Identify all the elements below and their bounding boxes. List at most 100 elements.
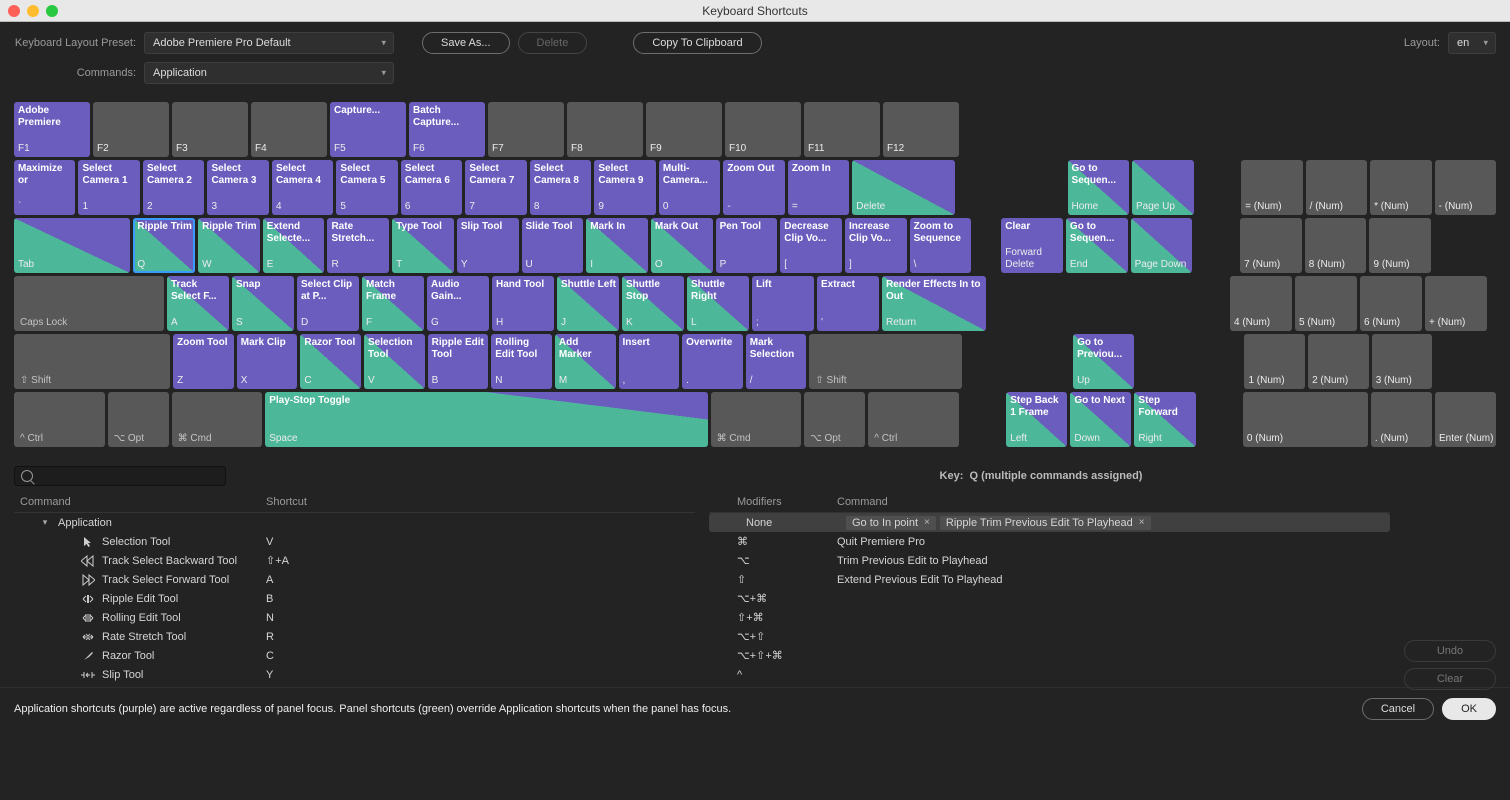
key-p[interactable]: Pen ToolP <box>716 218 778 273</box>
key-[interactable]: Lift; <box>752 276 814 331</box>
cancel-button[interactable]: Cancel <box>1362 698 1434 720</box>
assignment-chip[interactable]: Ripple Trim Previous Edit To Playhead× <box>940 516 1151 530</box>
key-tab[interactable]: Tab <box>14 218 130 273</box>
command-row[interactable]: Slip ToolY <box>14 665 695 684</box>
collapse-icon[interactable]: ▾ <box>38 517 52 528</box>
key-z[interactable]: Zoom ToolZ <box>173 334 234 389</box>
search-input[interactable] <box>38 470 219 482</box>
command-row[interactable]: Selection ToolV <box>14 532 695 551</box>
ok-button[interactable]: OK <box>1442 698 1496 720</box>
key-f5[interactable]: Capture...F5 <box>330 102 406 157</box>
undo-button[interactable]: Undo <box>1404 640 1496 662</box>
key-f10[interactable]: F10 <box>725 102 801 157</box>
key-w[interactable]: Ripple TrimW <box>198 218 260 273</box>
key-n[interactable]: Rolling Edit ToolN <box>491 334 552 389</box>
key-ctrl[interactable]: ^ Ctrl <box>14 392 105 447</box>
command-row[interactable]: Razor ToolC <box>14 646 695 665</box>
key-f1[interactable]: Adobe PremiereF1 <box>14 102 90 157</box>
key-right[interactable]: Step ForwardRight <box>1134 392 1195 447</box>
modifier-row[interactable]: ⇧Extend Previous Edit To Playhead <box>709 570 1390 589</box>
clear-button[interactable]: Clear <box>1404 668 1496 690</box>
command-row[interactable]: Ripple Edit ToolB <box>14 589 695 608</box>
preset-select[interactable]: Adobe Premiere Pro Default <box>144 32 394 54</box>
key-opt[interactable]: ⌥ Opt <box>108 392 169 447</box>
key-num[interactable]: . (Num) <box>1371 392 1432 447</box>
key-d[interactable]: Select Clip at P...D <box>297 276 359 331</box>
command-row[interactable]: Rolling Edit ToolN <box>14 608 695 627</box>
key-[interactable]: Zoom Out- <box>723 160 784 215</box>
remove-icon[interactable]: × <box>924 517 930 528</box>
key-left[interactable]: Step Back 1 FrameLeft <box>1006 392 1067 447</box>
key-y[interactable]: Slip ToolY <box>457 218 519 273</box>
key-8[interactable]: Select Camera 88 <box>530 160 591 215</box>
assignment-chip[interactable]: Go to In point× <box>846 516 936 530</box>
key-cmd[interactable]: ⌘ Cmd <box>711 392 802 447</box>
key-[interactable]: Overwrite. <box>682 334 743 389</box>
key-l[interactable]: Shuttle RightL <box>687 276 749 331</box>
key-k[interactable]: Shuttle StopK <box>622 276 684 331</box>
key-return[interactable]: Render Effects In to OutReturn <box>882 276 986 331</box>
key-f7[interactable]: F7 <box>488 102 564 157</box>
key-[interactable]: Zoom to Sequence\ <box>910 218 972 273</box>
key-f9[interactable]: F9 <box>646 102 722 157</box>
key-enternum[interactable]: Enter (Num) <box>1435 392 1496 447</box>
key-0num[interactable]: 0 (Num) <box>1243 392 1368 447</box>
key-7[interactable]: Select Camera 77 <box>465 160 526 215</box>
key-pagedown[interactable]: Page Down <box>1131 218 1193 273</box>
key-a[interactable]: Track Select F...A <box>167 276 229 331</box>
commands-select[interactable]: Application <box>144 62 394 84</box>
key-3num[interactable]: 3 (Num) <box>1372 334 1433 389</box>
modifier-row[interactable]: ⌥+⌘ <box>709 589 1390 608</box>
modifier-row[interactable]: ⌥Trim Previous Edit to Playhead <box>709 551 1390 570</box>
key-down[interactable]: Go to NextDown <box>1070 392 1131 447</box>
key-end[interactable]: Go to Sequen...End <box>1066 218 1128 273</box>
key-delete[interactable]: Delete <box>852 160 955 215</box>
key-space[interactable]: Play-Stop ToggleSpace <box>265 392 707 447</box>
modifier-row[interactable]: ⌥+⇧ <box>709 627 1390 646</box>
key-g[interactable]: Audio Gain...G <box>427 276 489 331</box>
key-5[interactable]: Select Camera 55 <box>336 160 397 215</box>
search-box[interactable] <box>14 466 226 486</box>
key-cmd[interactable]: ⌘ Cmd <box>172 392 263 447</box>
key-f4[interactable]: F4 <box>251 102 327 157</box>
key-8num[interactable]: 8 (Num) <box>1305 218 1367 273</box>
key-f[interactable]: Match FrameF <box>362 276 424 331</box>
key-v[interactable]: Selection ToolV <box>364 334 425 389</box>
key-[interactable]: Zoom In= <box>788 160 849 215</box>
key-i[interactable]: Mark InI <box>586 218 648 273</box>
app-row[interactable]: ▾Application <box>14 513 695 532</box>
key-up[interactable]: Go to Previou...Up <box>1073 334 1134 389</box>
key-forwarddelete[interactable]: ClearForward Delete <box>1001 218 1063 273</box>
key-1num[interactable]: 1 (Num) <box>1244 334 1305 389</box>
key-num[interactable]: * (Num) <box>1370 160 1431 215</box>
key-6[interactable]: Select Camera 66 <box>401 160 462 215</box>
modifier-row[interactable]: ⌥+⇧+⌘ <box>709 646 1390 665</box>
key-9[interactable]: Select Camera 99 <box>594 160 655 215</box>
key-o[interactable]: Mark OutO <box>651 218 713 273</box>
key-0[interactable]: Multi-Camera...0 <box>659 160 720 215</box>
command-row[interactable]: Track Select Forward ToolA <box>14 570 695 589</box>
key-j[interactable]: Shuttle LeftJ <box>557 276 619 331</box>
key-q[interactable]: Ripple TrimQ <box>133 218 195 273</box>
key-num[interactable]: + (Num) <box>1425 276 1487 331</box>
copy-to-clipboard-button[interactable]: Copy To Clipboard <box>633 32 761 54</box>
key-[interactable]: Insert, <box>619 334 680 389</box>
key-[interactable]: Mark Selection/ <box>746 334 807 389</box>
key-h[interactable]: Hand ToolH <box>492 276 554 331</box>
key-7num[interactable]: 7 (Num) <box>1240 218 1302 273</box>
key-x[interactable]: Mark ClipX <box>237 334 298 389</box>
command-row[interactable]: Rate Stretch ToolR <box>14 627 695 646</box>
key-num[interactable]: - (Num) <box>1435 160 1496 215</box>
key-opt[interactable]: ⌥ Opt <box>804 392 865 447</box>
key-4[interactable]: Select Camera 44 <box>272 160 333 215</box>
key-r[interactable]: Rate Stretch...R <box>327 218 389 273</box>
remove-icon[interactable]: × <box>1139 517 1145 528</box>
key-[interactable]: Extract' <box>817 276 879 331</box>
key-t[interactable]: Type ToolT <box>392 218 454 273</box>
key-u[interactable]: Slide ToolU <box>522 218 584 273</box>
key-e[interactable]: Extend Selecte...E <box>263 218 325 273</box>
key-f12[interactable]: F12 <box>883 102 959 157</box>
key-f11[interactable]: F11 <box>804 102 880 157</box>
key-2[interactable]: Select Camera 22 <box>143 160 204 215</box>
key-6num[interactable]: 6 (Num) <box>1360 276 1422 331</box>
